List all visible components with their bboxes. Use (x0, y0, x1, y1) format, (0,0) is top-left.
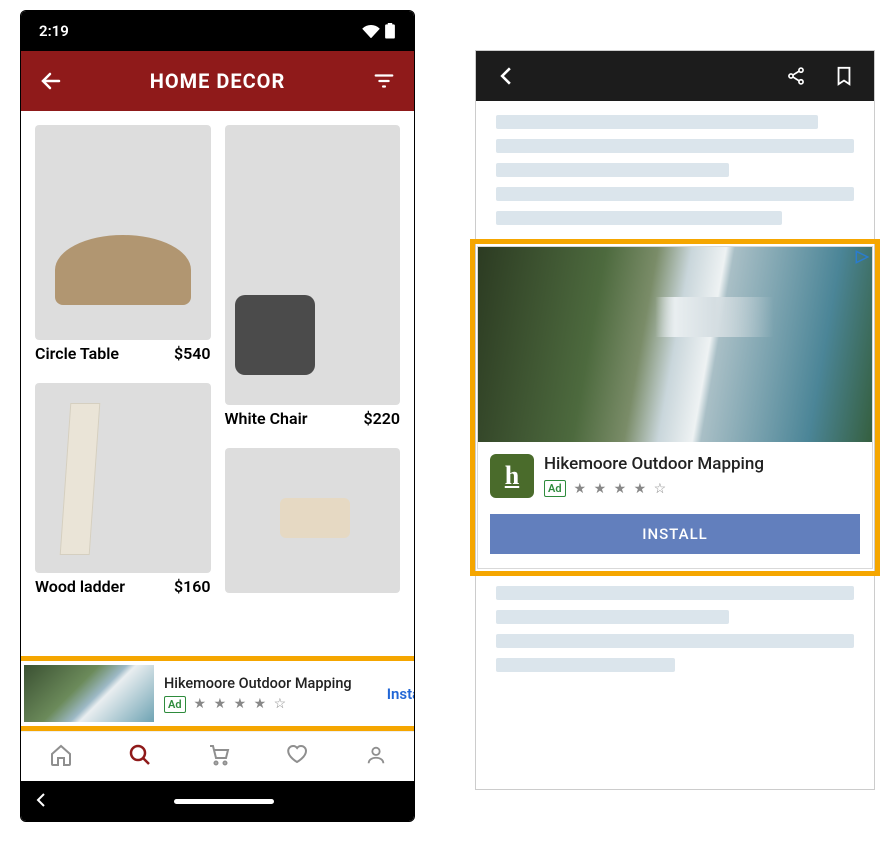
ad-app-icon: h (490, 454, 534, 498)
product-name: Circle Table (35, 344, 119, 363)
system-back[interactable] (35, 791, 47, 812)
ad-title: Hikemoore Outdoor Mapping (164, 675, 377, 692)
ad-rating: ★ ★ ★ ★ ☆ (574, 481, 669, 497)
inline-ad[interactable]: h Hikemoore Outdoor Mapping Ad ★ ★ ★ ★ ☆… (477, 246, 873, 569)
ad-body: Hikemoore Outdoor Mapping Ad ★ ★ ★ ★ ☆ (164, 675, 377, 713)
nav-profile[interactable] (365, 744, 387, 770)
phone-left: 2:19 HOME DECOR Circle Table $540 (20, 10, 415, 822)
filter-button[interactable] (368, 65, 400, 97)
text-placeholder (496, 187, 854, 201)
product-card[interactable]: Wood ladder $160 (35, 383, 211, 596)
text-placeholder (496, 211, 782, 225)
inline-ad-highlight: h Hikemoore Outdoor Mapping Ad ★ ★ ★ ★ ☆… (470, 239, 880, 576)
product-name: Wood ladder (35, 577, 125, 596)
text-placeholder (496, 163, 729, 177)
status-icons (362, 23, 396, 39)
product-grid[interactable]: Circle Table $540 Wood ladder $160 (21, 111, 414, 656)
back-button[interactable] (490, 60, 522, 92)
product-price: $160 (174, 577, 211, 596)
text-placeholder (496, 610, 729, 624)
text-placeholder (496, 115, 818, 129)
battery-icon (384, 23, 396, 39)
install-link[interactable]: Install (387, 685, 415, 703)
text-placeholder (496, 139, 854, 153)
nav-search[interactable] (128, 743, 152, 771)
bookmark-button[interactable] (828, 60, 860, 92)
back-button[interactable] (35, 65, 67, 97)
nav-home[interactable] (49, 743, 73, 771)
android-nav-bar (21, 781, 414, 821)
ad-badge: Ad (164, 696, 186, 713)
product-card[interactable]: Circle Table $540 (35, 125, 211, 363)
product-image (35, 383, 211, 573)
product-card[interactable]: White Chair $220 (225, 125, 401, 428)
text-placeholder (496, 658, 675, 672)
wifi-icon (362, 24, 380, 38)
system-home-pill[interactable] (174, 799, 274, 804)
product-image (35, 125, 211, 340)
install-button[interactable]: INSTALL (490, 514, 860, 554)
product-image (225, 125, 401, 405)
product-image (225, 448, 401, 593)
product-price: $540 (174, 344, 211, 363)
product-price: $220 (363, 409, 400, 428)
status-bar: 2:19 (21, 11, 414, 51)
status-time: 2:19 (39, 22, 69, 40)
app-bar: HOME DECOR (21, 51, 414, 111)
nav-favorites[interactable] (286, 743, 310, 771)
article-app-bar (476, 51, 874, 101)
ad-rating: ★ ★ ★ ★ ☆ (194, 696, 289, 712)
product-card[interactable] (225, 448, 401, 593)
bottom-nav (21, 731, 414, 781)
adchoices-icon[interactable] (854, 249, 870, 265)
phone-right: h Hikemoore Outdoor Mapping Ad ★ ★ ★ ★ ☆… (475, 50, 875, 790)
product-name: White Chair (225, 409, 308, 428)
page-title: HOME DECOR (150, 69, 286, 93)
article-body-bottom (476, 576, 874, 688)
ad-badge: Ad (544, 480, 566, 497)
ad-image (24, 665, 154, 722)
text-placeholder (496, 634, 854, 648)
banner-ad[interactable]: Hikemoore Outdoor Mapping Ad ★ ★ ★ ★ ☆ I… (20, 656, 415, 731)
ad-hero-image (478, 247, 872, 442)
ad-title: Hikemoore Outdoor Mapping (544, 454, 764, 474)
nav-cart[interactable] (207, 743, 231, 771)
article-body-top (476, 101, 874, 239)
share-button[interactable] (780, 60, 812, 92)
text-placeholder (496, 586, 854, 600)
